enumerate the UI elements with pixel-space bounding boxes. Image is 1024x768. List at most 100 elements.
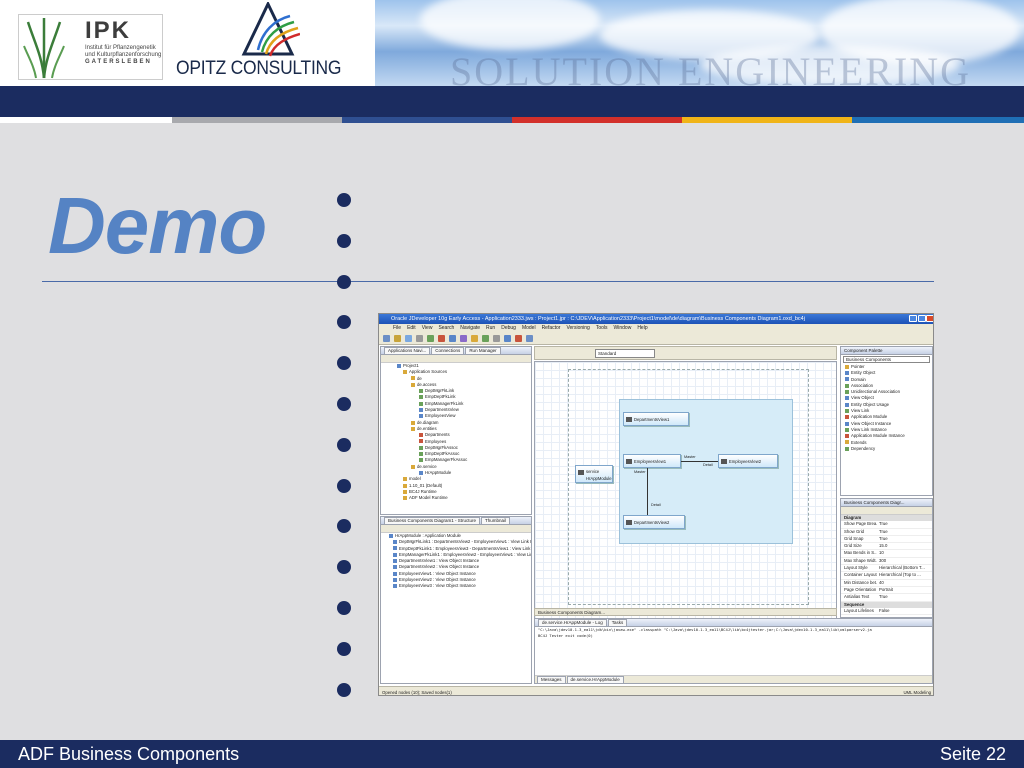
tree-item-label: Departments (425, 432, 450, 438)
menu-item-search[interactable]: Search (438, 324, 454, 333)
node-employeesview1[interactable]: EmployeesView1 (623, 454, 681, 468)
inspector-key: Layout Style (844, 565, 868, 571)
menu-item-file[interactable]: File (393, 324, 401, 333)
inspector-value[interactable]: True (877, 521, 932, 527)
palette-item-icon (845, 446, 849, 451)
inspector-row[interactable]: Show Grid True (841, 529, 932, 536)
menu-item-versioning[interactable]: Versioning (566, 324, 589, 333)
inspector-value[interactable]: True (877, 529, 932, 535)
panel-tab[interactable]: Thumbnail (481, 517, 511, 524)
menu-item-view[interactable]: View (422, 324, 433, 333)
toolbar-button-icon[interactable] (471, 335, 478, 342)
inspector-row[interactable]: Grid Snap True (841, 536, 932, 544)
inspector-value[interactable]: Portrait (877, 587, 932, 593)
menu-item-navigate[interactable]: Navigate (460, 324, 480, 333)
palette-select[interactable]: Business Components (843, 356, 930, 363)
structure-item-label: DeptMgrFkLink1 : DepartmentsView2 - Empl… (399, 539, 531, 545)
palette-item-icon (845, 364, 849, 369)
bullet-dot (337, 560, 351, 575)
panel-tab[interactable]: Run Manager (465, 347, 501, 354)
tree-item-label: EmpManagerFkAssoc (425, 457, 468, 463)
inspector-row[interactable]: Page Orientation Portrait (841, 586, 932, 595)
panel-tab[interactable]: Tasks (607, 619, 628, 626)
structure-item[interactable]: EmployeesView3 : View Object Instance (385, 583, 531, 589)
menu-item-help[interactable]: Help (637, 324, 647, 333)
inspector-value[interactable]: Hierarchical (Bottom T... (877, 565, 932, 571)
toolbar-button-icon[interactable] (438, 335, 445, 342)
diagram-canvas[interactable]: DepartmentsView1 EmployeesView1 Employee… (534, 361, 837, 621)
minimize-icon[interactable] (909, 315, 917, 322)
inspector-value[interactable]: 10 (877, 550, 932, 556)
node-departmentsview2[interactable]: DepartmentsView2 (623, 515, 685, 529)
inspector-value[interactable]: False (877, 608, 932, 614)
slide: SOLUTION ENGINEERING IPK Institut für Pf… (0, 0, 1024, 768)
bullet-dot (337, 274, 351, 289)
tree-item-label: Application Sources (409, 369, 447, 375)
palette-item[interactable]: Dependency (845, 446, 932, 452)
inspector-row[interactable]: Min Distance bet... 40 (841, 580, 932, 587)
inspector-row[interactable]: Container Layout Hierarchical (Top to ... (841, 572, 932, 580)
bullet-dot (337, 233, 351, 248)
toolbar-button-icon[interactable] (427, 335, 434, 342)
menu-item-tools[interactable]: Tools (596, 324, 608, 333)
palette-item-icon (845, 421, 849, 426)
inspector-value[interactable]: 40 (877, 580, 932, 586)
menu-item-model[interactable]: Model (522, 324, 536, 333)
inspector-row[interactable]: Max Bends in S... 10 (841, 550, 932, 558)
navigator-toolbar (381, 355, 531, 363)
tree-item-icon (419, 407, 423, 412)
inspector-key: Page Orientation (844, 586, 877, 592)
label-master-1: Master (684, 455, 696, 459)
panel-tab[interactable]: de.service.HrAppModule (566, 676, 624, 683)
toolbar-button-icon[interactable] (526, 335, 533, 342)
bullet-dot (337, 601, 351, 615)
inspector-row[interactable]: Grid Size 15.0 (841, 543, 932, 551)
toolbar-button-icon[interactable] (515, 335, 522, 342)
toolbar-button-icon[interactable] (482, 335, 489, 342)
menu-item-window[interactable]: Window (614, 324, 632, 333)
panel-tab[interactable]: Connections (431, 347, 465, 354)
panel-tab[interactable]: Messages (537, 676, 566, 683)
ipk-subtitle-2: und Kulturpflanzenforschung (85, 52, 162, 58)
panel-tab[interactable]: Applications Navi... (384, 347, 431, 354)
tree-item-icon (403, 496, 407, 501)
toolbar-button-icon[interactable] (394, 335, 401, 342)
toolbar-button-icon[interactable] (460, 335, 467, 342)
menu-item-run[interactable]: Run (486, 324, 495, 333)
inspector-row[interactable]: Show Page Brea... True (841, 521, 932, 529)
inspector-value[interactable]: True (877, 536, 932, 542)
node-employeesview2[interactable]: EmployeesView2 (718, 454, 778, 468)
close-icon[interactable] (926, 315, 933, 322)
inspector-value[interactable]: 300 (877, 558, 932, 564)
inspector-value[interactable]: Hierarchical (Top to ... (877, 572, 932, 578)
inspector-row[interactable]: Max Shape Widt... 300 (841, 558, 932, 566)
inspector-value[interactable]: True (877, 594, 932, 600)
tree-item-icon (403, 370, 407, 375)
toolbar-button-icon[interactable] (416, 335, 423, 342)
menu-item-refactor[interactable]: Refactor (542, 324, 561, 333)
diagram-tab[interactable]: Business Components Diagram... (534, 608, 837, 616)
panel-tab[interactable]: de.service.HrAppModule - Log (538, 619, 607, 626)
menu-item-edit[interactable]: Edit (407, 324, 416, 333)
bullet-dot (337, 193, 351, 207)
inspector-value[interactable]: 15.0 (877, 543, 932, 549)
toolbar-button-icon[interactable] (493, 335, 500, 342)
tree-item[interactable]: ADF Model Runtime (385, 495, 531, 501)
diagram-style-select[interactable]: Standard (595, 349, 655, 358)
node-departmentsview1[interactable]: DepartmentsView1 (623, 412, 689, 426)
inspector-row[interactable]: Layout Lifelines False (841, 608, 932, 616)
toolbar-button-icon[interactable] (449, 335, 456, 342)
structure-item-icon (393, 584, 397, 589)
inspector-row[interactable]: Layout Style Hierarchical (Bottom T... (841, 565, 932, 573)
tree-item-icon (411, 426, 415, 431)
toolbar-button-icon[interactable] (383, 335, 390, 342)
node-service[interactable]: service HrAppModule (575, 465, 613, 483)
inspector-row[interactable]: Antialias Text True (841, 594, 932, 602)
panel-tab[interactable]: Business Components Diagram1 - Structure (384, 517, 481, 524)
navigator-panel: Applications Navi... Connections Run Manag… (380, 346, 532, 515)
toolbar-button-icon[interactable] (504, 335, 511, 342)
bullet-dot (337, 478, 351, 493)
maximize-icon[interactable] (918, 315, 926, 322)
toolbar-button-icon[interactable] (405, 335, 412, 342)
menu-item-debug[interactable]: Debug (501, 324, 516, 333)
